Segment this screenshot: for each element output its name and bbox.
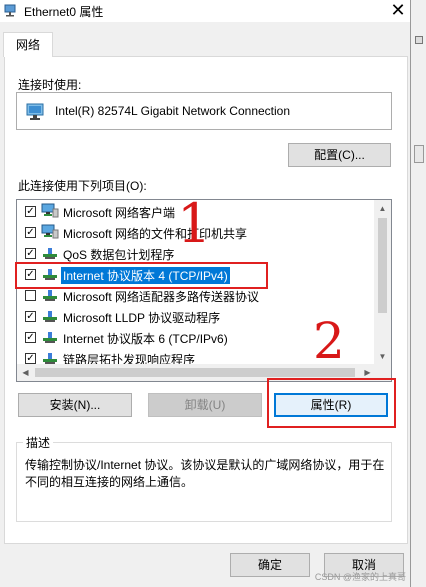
- list-item-label: Microsoft LLDP 协议驱动程序: [63, 311, 221, 325]
- list-item-label: Microsoft 网络的文件和打印机共享: [63, 227, 248, 241]
- close-button[interactable]: ✕: [386, 0, 410, 22]
- annotation-number-one: 1: [177, 192, 212, 255]
- tab-network[interactable]: 网络: [3, 32, 53, 57]
- network-adapter-icon: [4, 4, 16, 17]
- scroll-left-icon[interactable]: ◀: [17, 364, 34, 381]
- items-section-label: 此连接使用下列项目(O):: [18, 179, 147, 193]
- list-item-label: QoS 数据包计划程序: [63, 248, 175, 262]
- network-adapter-icon: [26, 103, 44, 120]
- list-item-label: Internet 协议版本 6 (TCP/IPv6): [63, 332, 228, 346]
- title-bar: Ethernet0 属性 ✕: [0, 0, 410, 22]
- scroll-thumb[interactable]: [35, 368, 355, 377]
- properties-dialog: 网络 连接时使用: Intel(R) 82574L Gigabit Networ…: [0, 22, 410, 587]
- highlight-box-properties: [267, 378, 396, 428]
- checkbox[interactable]: ✓: [25, 353, 36, 364]
- list-item-multiplexor[interactable]: Microsoft 网络适配器多路传送器协议: [21, 286, 361, 306]
- checkbox[interactable]: ✓: [25, 311, 36, 322]
- scroll-thumb[interactable]: [378, 218, 387, 313]
- qos-icon: [43, 248, 57, 259]
- background-control: [415, 36, 423, 44]
- window-title: Ethernet0 属性: [24, 5, 104, 19]
- list-item-ipv6[interactable]: ✓ Internet 协议版本 6 (TCP/IPv6): [21, 328, 361, 348]
- description-group: 描述 传输控制协议/Internet 协议。该协议是默认的广域网络协议，用于在不…: [16, 434, 392, 522]
- network-client-icon: [41, 203, 59, 218]
- checkbox[interactable]: ✓: [25, 332, 36, 343]
- adapter-name: Intel(R) 82574L Gigabit Network Connecti…: [55, 104, 291, 118]
- checkbox[interactable]: ✓: [25, 206, 36, 217]
- ok-button[interactable]: 确定: [230, 553, 310, 577]
- description-legend: 描述: [23, 434, 54, 451]
- protocol-icon: [43, 332, 57, 343]
- install-button[interactable]: 安装(N)...: [18, 393, 132, 417]
- connect-using-label: 连接时使用:: [18, 78, 82, 92]
- checkbox[interactable]: ✓: [25, 227, 36, 238]
- description-text: 传输控制协议/Internet 协议。该协议是默认的广域网络协议，用于在不同的相…: [25, 458, 385, 489]
- highlight-box-ipv4: [15, 262, 268, 289]
- checkbox[interactable]: [25, 290, 36, 301]
- protocol-icon: [43, 311, 57, 322]
- adapter-field: Intel(R) 82574L Gigabit Network Connecti…: [16, 92, 392, 130]
- scroll-down-icon[interactable]: ▼: [374, 348, 391, 365]
- list-item-label: Microsoft 网络适配器多路传送器协议: [63, 290, 260, 304]
- configure-button[interactable]: 配置(C)...: [288, 143, 391, 167]
- uninstall-button[interactable]: 卸载(U): [148, 393, 262, 417]
- scroll-up-icon[interactable]: ▲: [374, 200, 391, 217]
- annotation-number-two: 2: [313, 312, 345, 370]
- list-item-label: Microsoft 网络客户端: [63, 206, 176, 220]
- checkbox[interactable]: ✓: [25, 248, 36, 259]
- background-control: [414, 145, 424, 163]
- file-print-share-icon: [41, 224, 59, 239]
- background-window-edge: [410, 0, 426, 587]
- protocol-icon: [43, 290, 57, 301]
- watermark: CSDN @渔家的上真哥: [314, 572, 406, 582]
- vertical-scrollbar[interactable]: ▲ ▼: [374, 200, 391, 365]
- list-item-lldp[interactable]: ✓ Microsoft LLDP 协议驱动程序: [21, 307, 361, 327]
